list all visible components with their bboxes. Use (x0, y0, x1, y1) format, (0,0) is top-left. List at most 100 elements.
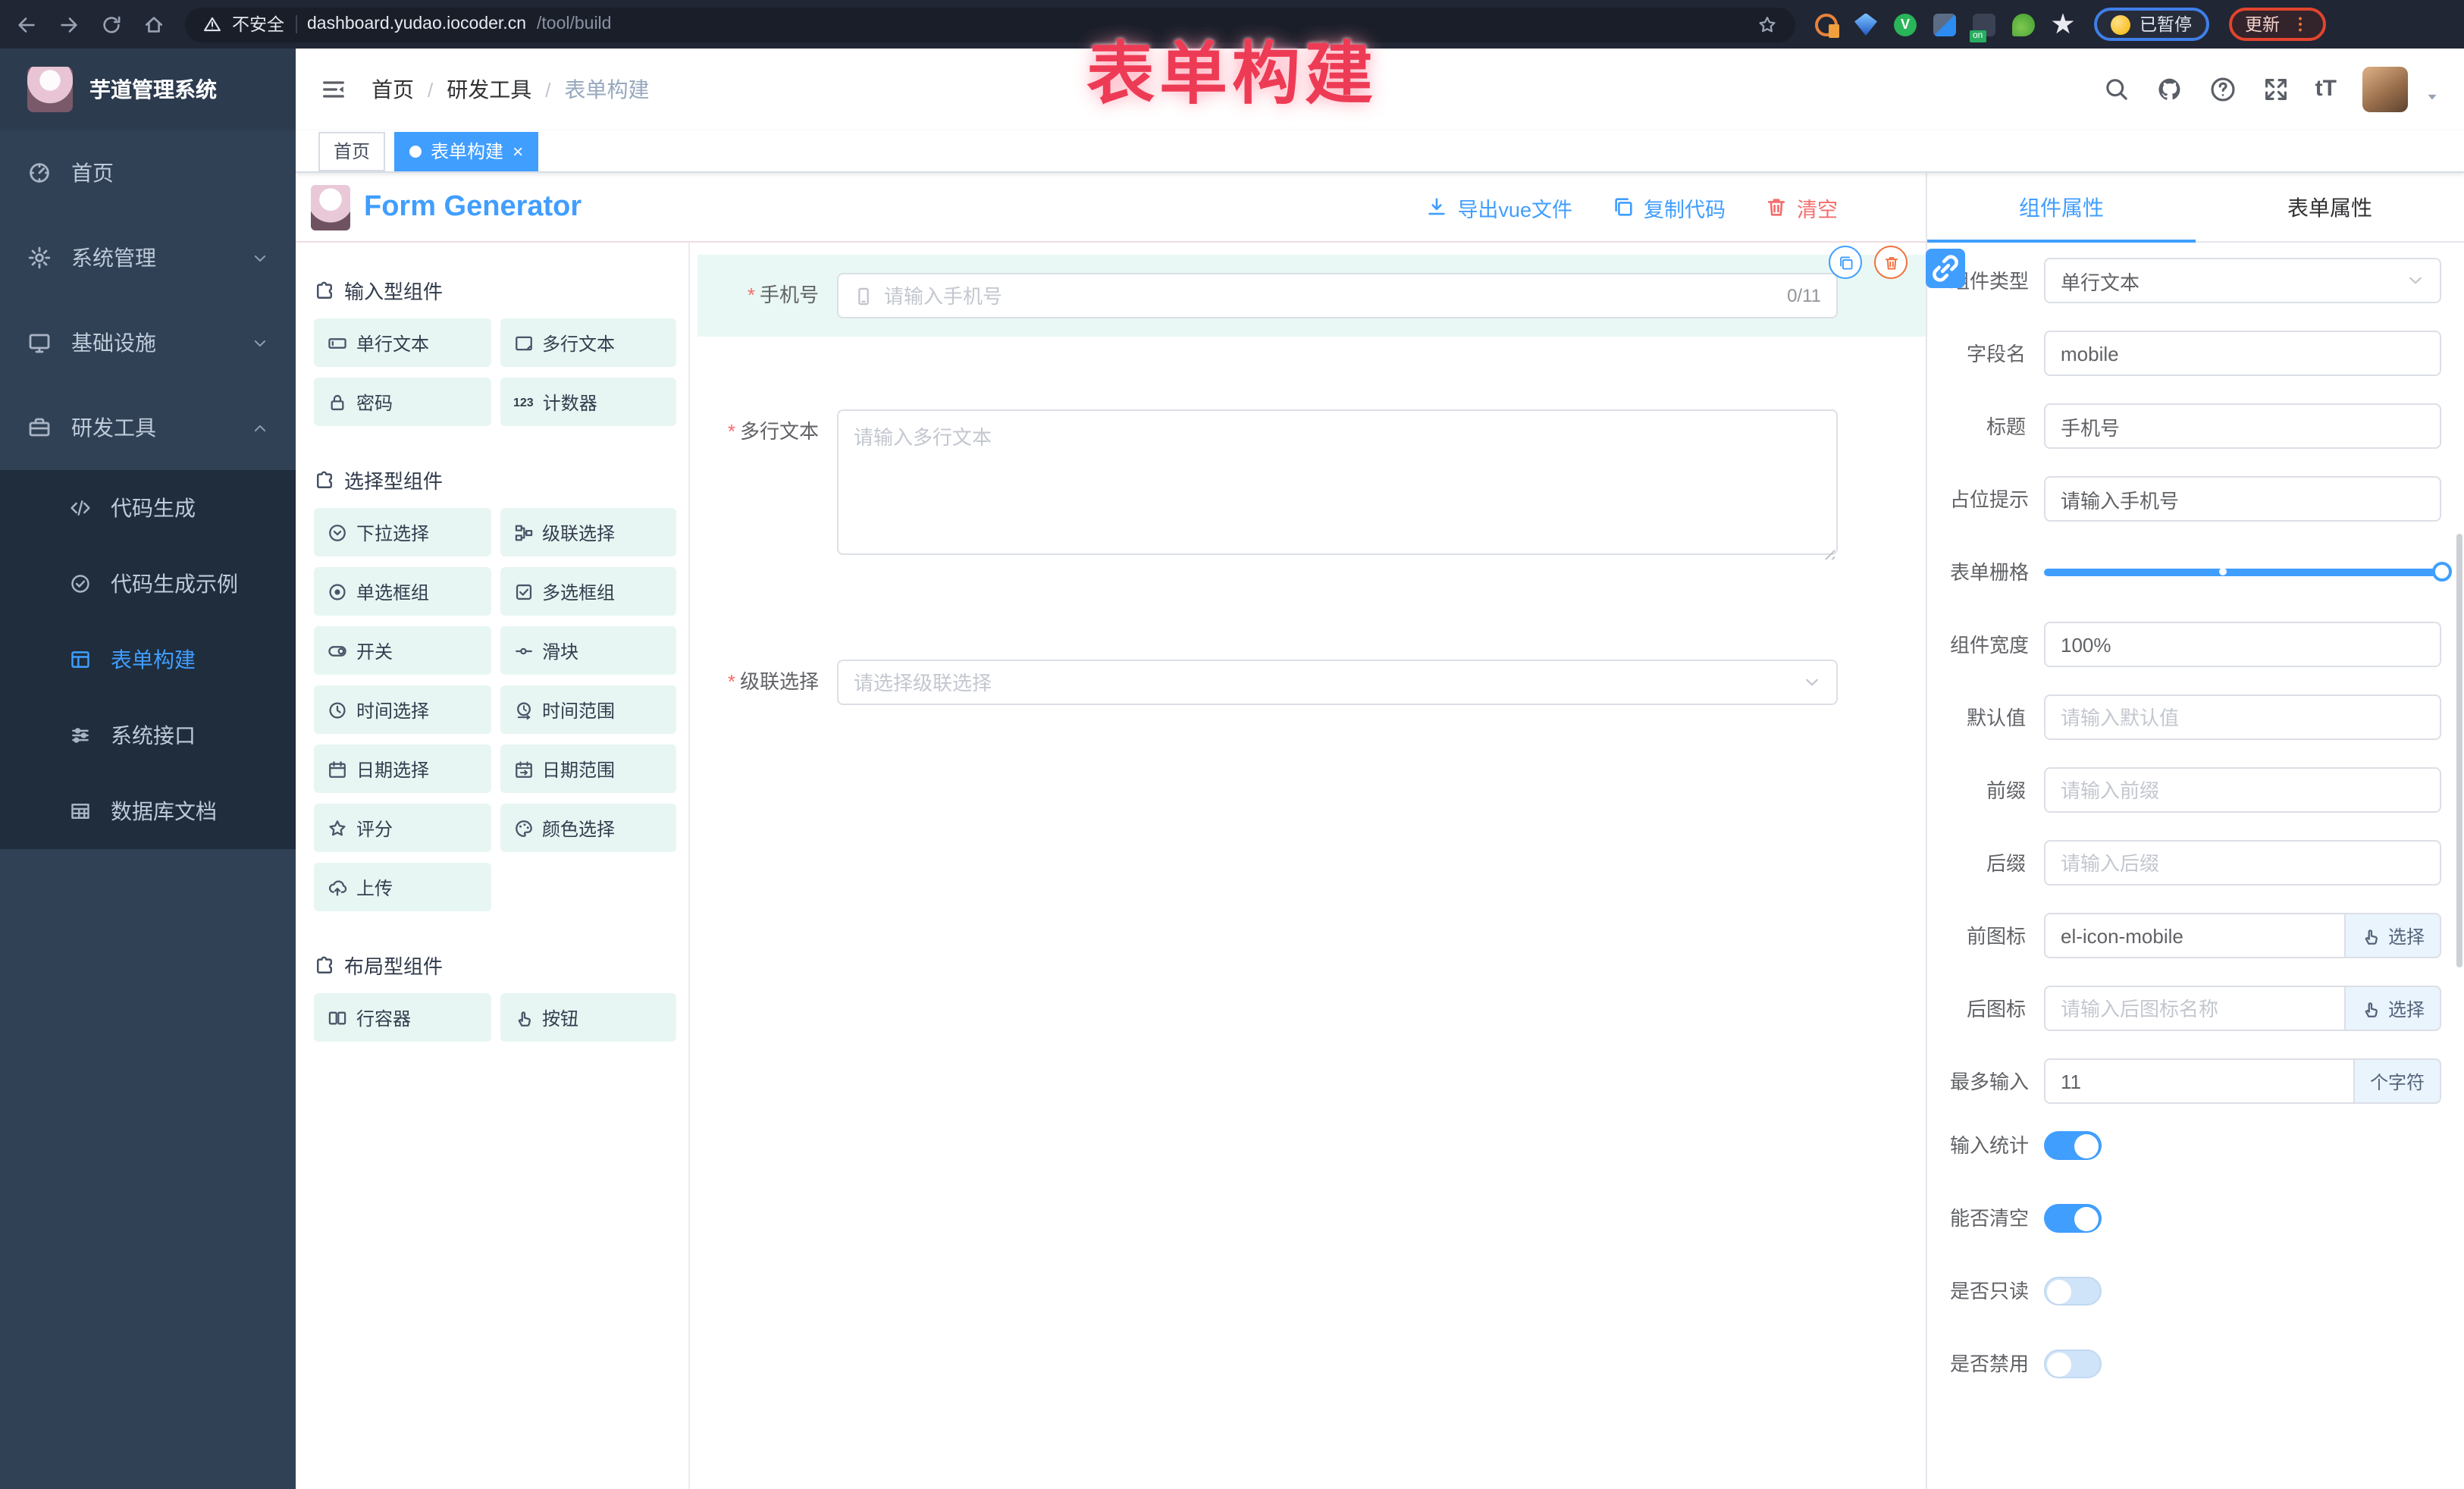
export-vue-button[interactable]: 导出vue文件 (1425, 192, 1572, 222)
cascader-select[interactable] (837, 660, 1838, 705)
update-button[interactable]: 更新 (2228, 8, 2325, 41)
disabled-toggle[interactable] (2044, 1350, 2102, 1378)
caret-down-icon[interactable] (2425, 89, 2440, 105)
palette-item-color[interactable]: 颜色选择 (500, 804, 676, 852)
suffix-icon-pick-button[interactable]: 选择 (2346, 986, 2441, 1031)
palette-item-label: 密码 (356, 389, 393, 415)
width-input[interactable] (2061, 633, 2425, 656)
field-name-input[interactable] (2061, 342, 2425, 365)
slider-track[interactable] (2044, 568, 2441, 575)
palette-item-date[interactable]: 日期选择 (314, 744, 491, 793)
palette-item-switch[interactable]: 开关 (314, 626, 491, 675)
fullscreen-icon[interactable] (2262, 76, 2290, 103)
help-icon[interactable] (2209, 76, 2237, 103)
sidebar-item-system[interactable]: 系统管理 (0, 215, 296, 300)
form-grid-slider[interactable] (2044, 549, 2441, 594)
palette-item-time[interactable]: 时间选择 (314, 685, 491, 734)
palette-item-password[interactable]: 密码 (314, 378, 491, 426)
prefix-input[interactable] (2061, 779, 2425, 801)
slider-handle[interactable] (2432, 562, 2452, 581)
component-type-select[interactable] (2044, 258, 2441, 303)
palette-item-upload[interactable]: 上传 (314, 863, 491, 911)
sidebar-item-codegen-demo[interactable]: 代码生成示例 (0, 546, 296, 622)
extension-leaf[interactable] (2012, 13, 2035, 36)
github-icon[interactable] (2156, 76, 2183, 103)
sidebar-item-form-build[interactable]: 表单构建 (0, 622, 296, 697)
default-value-input[interactable] (2061, 706, 2425, 729)
user-avatar[interactable] (2362, 67, 2408, 112)
tag-form-build[interactable]: 表单构建 × (394, 131, 538, 171)
close-icon[interactable]: × (513, 142, 523, 160)
palette-item-row[interactable]: 行容器 (314, 993, 491, 1042)
hamburger-icon[interactable] (320, 76, 347, 103)
readonly-toggle[interactable] (2044, 1277, 2102, 1306)
clear-button[interactable]: 清空 (1765, 192, 1838, 222)
palette-item-slider[interactable]: 滑块 (500, 626, 676, 675)
max-length-input[interactable] (2061, 1070, 2338, 1092)
delete-item-button[interactable] (1874, 246, 1908, 279)
sidebar-item-devtools[interactable]: 研发工具 (0, 385, 296, 470)
address-bar[interactable]: 不安全 dashboard.yudao.iocoder.cn/tool/buil… (185, 7, 1795, 42)
breadcrumb-devtools[interactable]: 研发工具 (447, 74, 531, 105)
extension-cube[interactable] (1933, 13, 1956, 36)
sidebar-logo[interactable]: 芋道管理系统 (0, 49, 296, 130)
palette-item-time-range[interactable]: 时间范围 (500, 685, 676, 734)
duplicate-item-button[interactable] (1829, 246, 1862, 279)
link-icon[interactable] (1926, 249, 1965, 288)
palette-item-date-range[interactable]: 日期范围 (500, 744, 676, 793)
mobile-input-field[interactable] (884, 284, 1776, 307)
cascader-field[interactable] (854, 671, 1792, 694)
title-input[interactable] (2061, 415, 2425, 437)
sidebar-item-db-doc[interactable]: 数据库文档 (0, 773, 296, 849)
canvas-item-mobile[interactable]: *手机号 0/11 (698, 255, 1926, 337)
prefix-icon-input[interactable] (2061, 924, 2329, 947)
kebab-menu-icon[interactable] (2290, 15, 2309, 33)
mobile-input[interactable]: 0/11 (837, 273, 1838, 318)
canvas-item-textarea[interactable]: *多行文本 (698, 391, 1926, 581)
search-icon[interactable] (2103, 76, 2130, 103)
extension-green-v[interactable] (1894, 13, 1917, 36)
reload-icon[interactable] (100, 13, 123, 36)
extension-star[interactable] (2052, 13, 2074, 36)
extension-on-badge[interactable] (1973, 13, 1995, 36)
tab-component-props[interactable]: 组件属性 (1927, 173, 2196, 241)
palette-item-radio[interactable]: 单选框组 (314, 567, 491, 616)
paused-profile-badge[interactable]: 已暂停 (2094, 8, 2209, 41)
bookmark-star-icon[interactable] (1757, 14, 1777, 34)
suffix-icon-input[interactable] (2061, 997, 2329, 1020)
sidebar-item-codegen[interactable]: 代码生成 (0, 470, 296, 546)
browser-home-icon[interactable] (143, 13, 165, 36)
url-host[interactable]: dashboard.yudao.iocoder.cn (307, 15, 526, 33)
palette-item-textarea[interactable]: 多行文本 (500, 318, 676, 367)
tag-home[interactable]: 首页 (318, 131, 385, 171)
fontsize-icon[interactable]: tT (2315, 76, 2337, 103)
clearable-toggle[interactable] (2044, 1204, 2102, 1233)
word-limit-toggle[interactable] (2044, 1131, 2102, 1160)
placeholder-input[interactable] (2061, 487, 2425, 510)
palette-item-select[interactable]: 下拉选择 (314, 508, 491, 556)
sidebar-item-api[interactable]: 系统接口 (0, 697, 296, 773)
sidebar-item-home[interactable]: 首页 (0, 130, 296, 215)
security-label[interactable]: 不安全 (232, 12, 284, 36)
suffix-input[interactable] (2061, 851, 2425, 874)
copy-code-button[interactable]: 复制代码 (1612, 192, 1726, 222)
palette-item-cascader[interactable]: 级联选择 (500, 508, 676, 556)
palette-item-button[interactable]: 按钮 (500, 993, 676, 1042)
breadcrumb-home[interactable]: 首页 (371, 74, 414, 105)
sidebar-item-infra[interactable]: 基础设施 (0, 300, 296, 385)
logo-rabbit-image (27, 67, 73, 112)
extension-orange[interactable] (1815, 13, 1838, 36)
extension-blue-drop[interactable] (1854, 13, 1877, 36)
palette-item-rate[interactable]: 评分 (314, 804, 491, 852)
palette-item-checkbox[interactable]: 多选框组 (500, 567, 676, 616)
canvas-item-cascader[interactable]: *级联选择 (698, 641, 1926, 723)
window-scrollbar-thumb[interactable] (2456, 534, 2462, 967)
tab-form-props[interactable]: 表单属性 (2196, 173, 2464, 241)
palette-item-counter[interactable]: 123 计数器 (500, 378, 676, 426)
textarea-field[interactable] (837, 409, 1838, 555)
back-icon[interactable] (15, 13, 38, 36)
prefix-icon-pick-button[interactable]: 选择 (2346, 913, 2441, 958)
component-type-value[interactable] (2061, 269, 2396, 292)
palette-item-single-text[interactable]: 单行文本 (314, 318, 491, 367)
forward-icon[interactable] (58, 13, 80, 36)
